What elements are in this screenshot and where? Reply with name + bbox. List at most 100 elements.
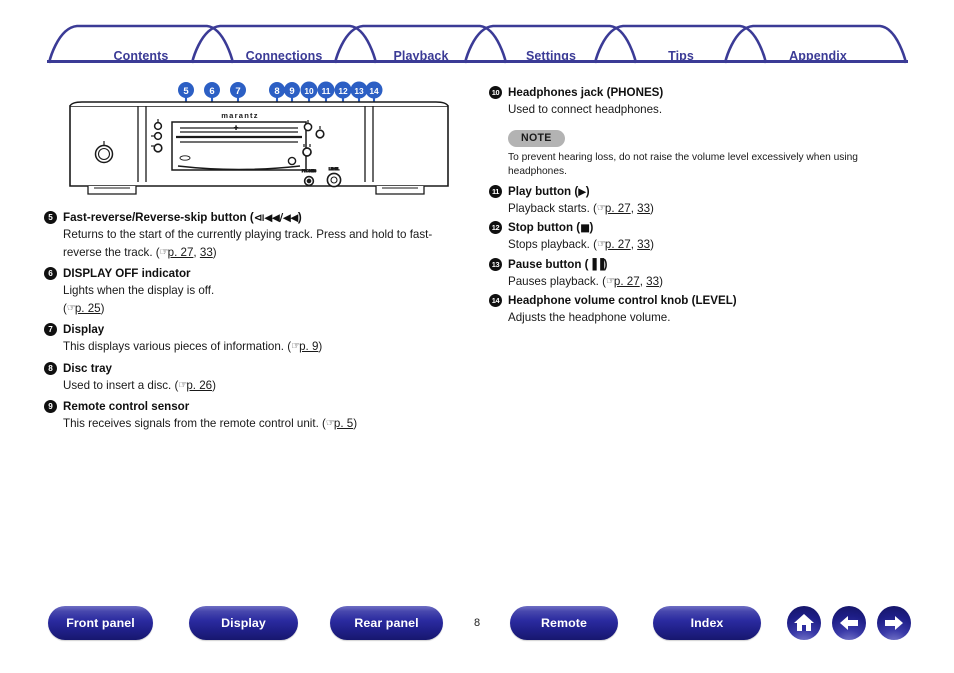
entry-title: 5 Fast-reverse/Reverse-skip button (⧏◀◀/◀… xyxy=(44,210,484,226)
footer-button-remote[interactable]: Remote xyxy=(510,606,618,640)
entry-body: Lights when the display is off. (☞p. 25) xyxy=(44,282,484,318)
entry-fast-reverse: 5 Fast-reverse/Reverse-skip button (⧏◀◀/◀… xyxy=(44,210,484,262)
left-description-column: 5 Fast-reverse/Reverse-skip button (⧏◀◀/◀… xyxy=(44,210,484,436)
body-line-2: reverse the track. ( xyxy=(63,245,160,259)
page-link[interactable]: p. 27 xyxy=(614,275,640,288)
svg-text:14: 14 xyxy=(369,86,379,96)
page-link[interactable]: 33 xyxy=(646,275,659,288)
fast-reverse-glyph: ⧏◀◀/◀◀ xyxy=(253,212,299,224)
footer-button-rear-panel[interactable]: Rear panel xyxy=(330,606,443,640)
svg-text:13: 13 xyxy=(354,86,364,96)
body-line-1: Used to insert a disc. ( xyxy=(63,378,179,392)
brand-logo: marantz xyxy=(221,111,259,120)
body-line-1: Returns to the start of the currently pl… xyxy=(63,228,433,241)
entry-body: Used to insert a disc. (☞p. 26) xyxy=(44,377,484,396)
play-glyph: ▶ xyxy=(578,185,586,198)
entry-body: Pauses playback. (☞p. 27, 33) xyxy=(489,273,919,292)
page-reference[interactable]: ☞p. 27, 33 xyxy=(597,202,650,215)
entry-headphone-volume-knob: 14 Headphone volume control knob (LEVEL) … xyxy=(489,293,919,327)
svg-text:11: 11 xyxy=(322,86,331,96)
svg-text:7: 7 xyxy=(235,86,240,97)
entry-title-text: Pause button ( xyxy=(508,257,589,271)
footer-button-display[interactable]: Display xyxy=(189,606,298,640)
entry-title: 9 Remote control sensor xyxy=(44,399,484,415)
page-link[interactable]: p. 9 xyxy=(299,340,318,353)
svg-text:+: + xyxy=(234,125,238,132)
page-reference[interactable]: ☞p. 26 xyxy=(178,379,212,392)
svg-text:10: 10 xyxy=(304,86,314,96)
page-reference[interactable]: ☞p. 25 xyxy=(67,302,101,315)
callout-bullet-6: 6 xyxy=(44,267,57,280)
callout-bullet-13: 13 xyxy=(489,257,502,271)
entry-title: 11 Play button (▶) xyxy=(489,184,919,200)
pause-glyph: ▐▐ xyxy=(588,258,605,271)
body-line-1: Adjusts the headphone volume. xyxy=(508,311,671,324)
entry-title: 6 DISPLAY OFF indicator xyxy=(44,266,484,282)
page-link[interactable]: 33 xyxy=(200,246,213,259)
body-line-1: Pauses playback. ( xyxy=(508,274,606,288)
body-line-1: This receives signals from the remote co… xyxy=(63,417,326,430)
entry-title: 12 Stop button (■) xyxy=(489,220,919,236)
pointing-hand-icon: ☞ xyxy=(159,246,169,258)
page-link[interactable]: p. 27 xyxy=(605,202,631,215)
callout-bullet-5: 5 xyxy=(44,211,57,224)
callout-bullet-9: 9 xyxy=(44,400,57,413)
tab-bar-underline xyxy=(47,60,908,63)
page-link[interactable]: p. 5 xyxy=(334,417,353,430)
page-link[interactable]: 33 xyxy=(637,238,650,251)
entry-title-text: Display xyxy=(63,323,105,336)
home-icon[interactable] xyxy=(787,606,821,640)
entry-title: 7 Display xyxy=(44,322,484,338)
footer-navigation: Front panel Display Rear panel 8 Remote … xyxy=(0,606,954,666)
page-link[interactable]: p. 27 xyxy=(605,238,631,251)
pointing-hand-icon: ☞ xyxy=(605,275,615,287)
page-reference[interactable]: ☞p. 27, 33 xyxy=(606,275,659,288)
entry-remote-control-sensor: 9 Remote control sensor This receives sig… xyxy=(44,399,484,434)
note-badge: NOTE xyxy=(508,129,565,147)
tab-bar-shape xyxy=(47,24,908,64)
pointing-hand-icon: ☞ xyxy=(178,379,187,391)
page-reference[interactable]: ☞p. 27, 33 xyxy=(160,246,213,259)
entry-disc-tray: 8 Disc tray Used to insert a disc. (☞p. 2… xyxy=(44,361,484,396)
entry-display: 7 Display This displays various pieces of… xyxy=(44,322,484,357)
entry-body: This receives signals from the remote co… xyxy=(44,415,484,434)
entry-stop-button: 12 Stop button (■) Stops playback. (☞p. 2… xyxy=(489,220,919,255)
page-link[interactable]: p. 26 xyxy=(186,379,212,392)
entry-play-button: 11 Play button (▶) Playback starts. (☞p. … xyxy=(489,184,919,219)
callout-bullet-8: 8 xyxy=(44,361,57,375)
footer-button-front-panel[interactable]: Front panel xyxy=(48,606,153,640)
entry-title: 10 Headphones jack (PHONES) xyxy=(489,85,919,101)
page-reference[interactable]: ☞p. 5 xyxy=(326,417,353,430)
entry-body: Used to connect headphones. xyxy=(489,101,919,119)
entry-title-text: DISPLAY OFF indicator xyxy=(63,267,191,280)
entry-title-text: Disc tray xyxy=(63,361,112,375)
page-link[interactable]: 33 xyxy=(637,202,650,215)
body-line-1: This displays various pieces of informat… xyxy=(63,340,292,353)
svg-text:12: 12 xyxy=(338,86,348,96)
entry-body: Playback starts. (☞p. 27, 33) xyxy=(489,200,919,219)
entry-pause-button: 13 Pause button (▐▐) Pauses playback. (☞p… xyxy=(489,257,919,292)
page-reference[interactable]: ☞p. 9 xyxy=(291,340,318,353)
callout-bullet-7: 7 xyxy=(44,323,57,336)
entry-display-off-indicator: 6 DISPLAY OFF indicator Lights when the d… xyxy=(44,266,484,318)
page-reference[interactable]: ☞p. 27, 33 xyxy=(597,238,650,251)
pointing-hand-icon: ☞ xyxy=(291,341,300,352)
back-arrow-icon[interactable] xyxy=(832,606,866,640)
page-link[interactable]: p. 25 xyxy=(75,302,101,315)
entry-body: Returns to the start of the currently pl… xyxy=(44,226,484,262)
callout-bullet-12: 12 xyxy=(489,221,502,234)
entry-title-text: Headphones jack (PHONES) xyxy=(508,86,664,99)
entry-body: Stops playback. (☞p. 27, 33) xyxy=(489,236,919,255)
footer-button-index[interactable]: Index xyxy=(653,606,761,640)
entry-title: 13 Pause button (▐▐) xyxy=(489,257,919,273)
page-link[interactable]: p. 27 xyxy=(168,246,194,259)
pointing-hand-icon: ☞ xyxy=(66,302,76,314)
forward-arrow-icon[interactable] xyxy=(877,606,911,640)
entry-headphones-jack: 10 Headphones jack (PHONES) Used to conne… xyxy=(489,85,919,180)
pointing-hand-icon: ☞ xyxy=(325,418,335,429)
body-line-1: Stops playback. ( xyxy=(508,238,597,251)
svg-text:6: 6 xyxy=(209,86,214,97)
body-line-1: Used to connect headphones. xyxy=(508,103,663,116)
entry-title-text: Stop button ( xyxy=(508,221,581,234)
front-panel-diagram: 5 6 7 8 9 10 11 12 13 14 + marantz PHONE… xyxy=(60,78,460,196)
